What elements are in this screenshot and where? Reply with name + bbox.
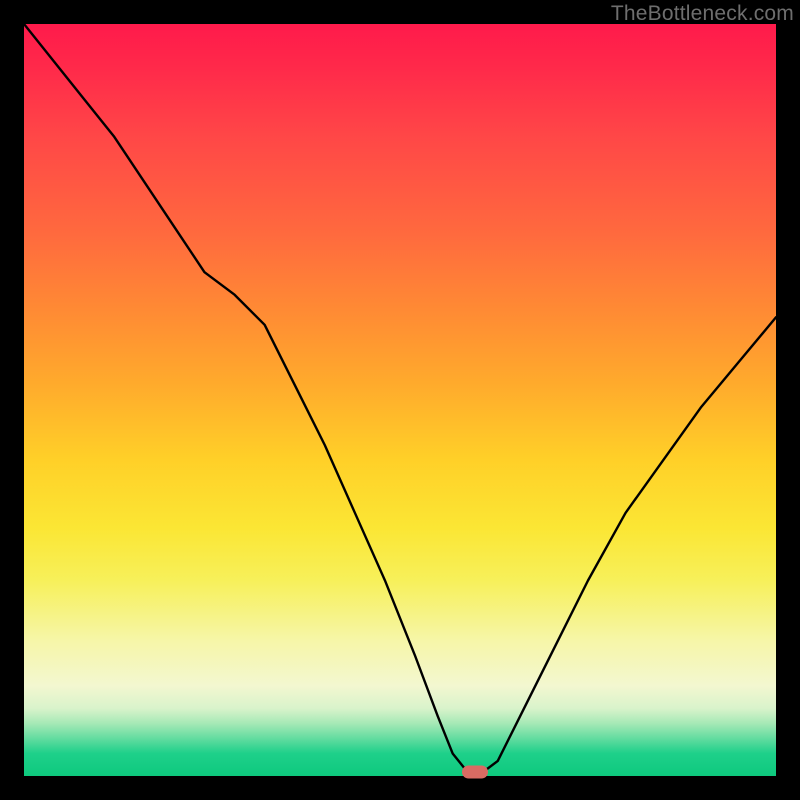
bottleneck-curve [24,24,776,776]
plot-area [24,24,776,776]
optimal-marker [462,766,488,779]
chart-frame: TheBottleneck.com [0,0,800,800]
watermark-text: TheBottleneck.com [611,2,794,26]
